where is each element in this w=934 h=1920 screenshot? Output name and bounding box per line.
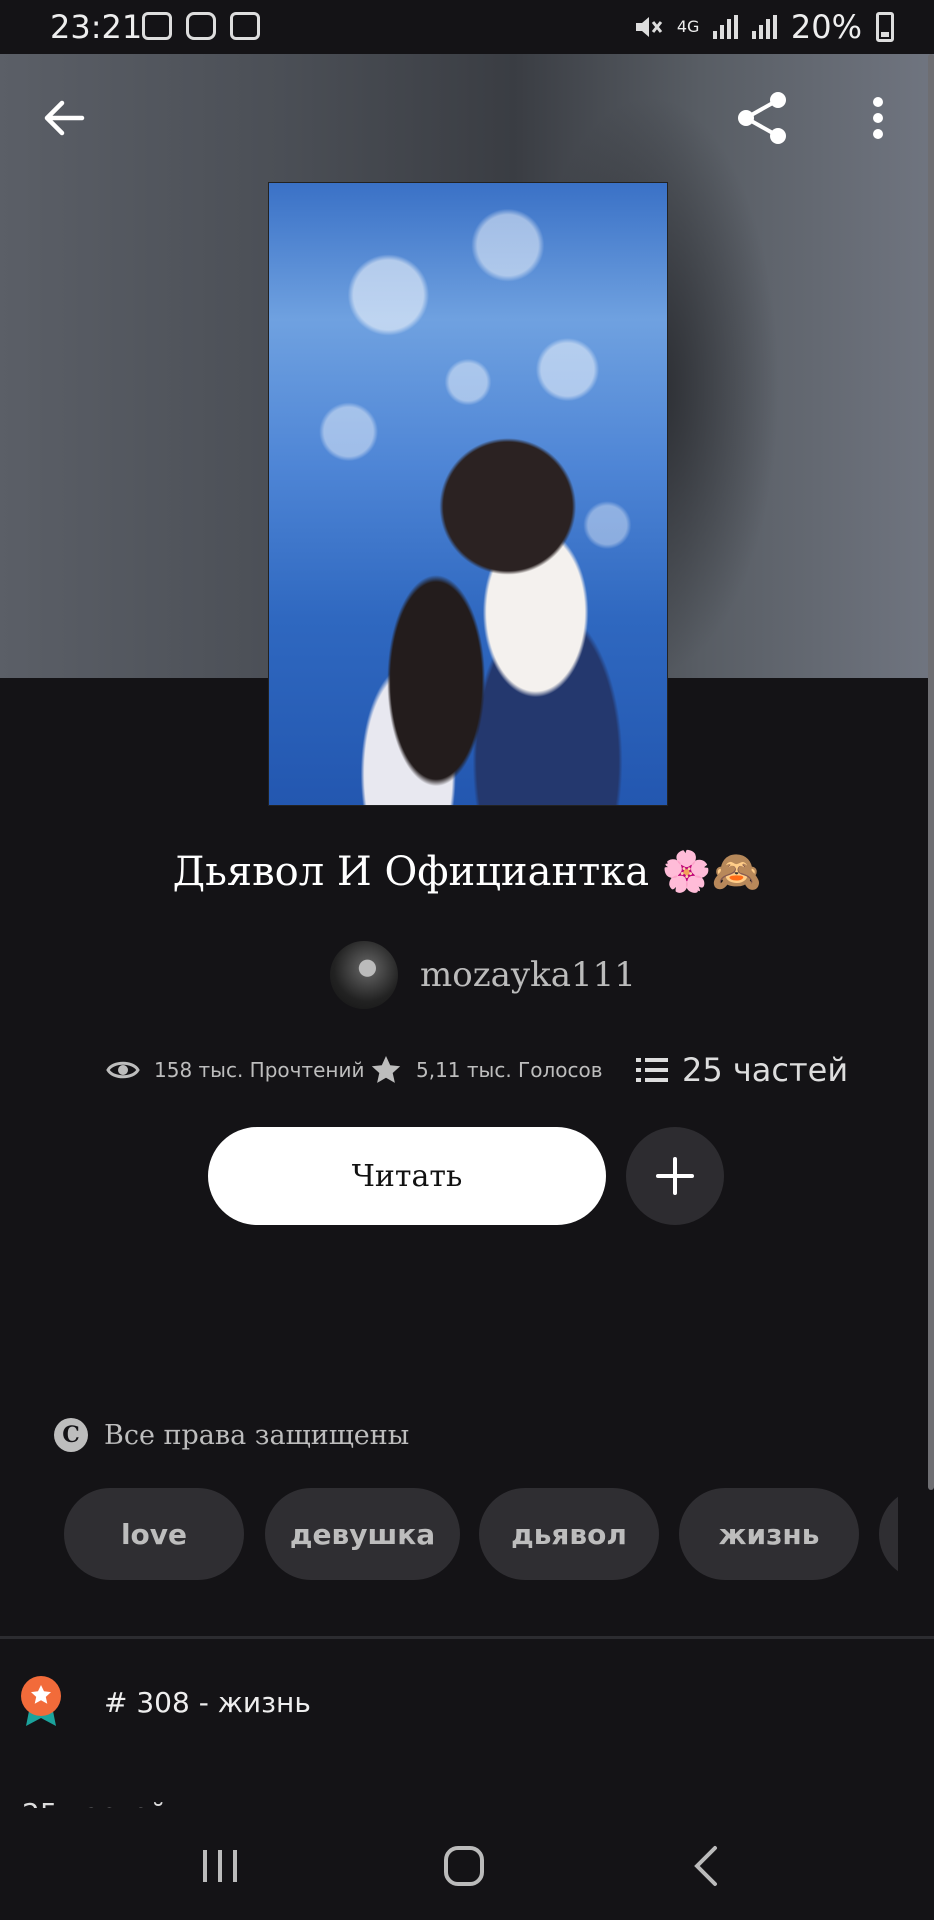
home-icon <box>444 1846 484 1886</box>
add-to-library-button[interactable] <box>626 1127 724 1225</box>
avatar <box>330 941 398 1009</box>
status-bar: 23:21 4G 20% <box>0 0 934 54</box>
eye-icon <box>106 1061 140 1079</box>
reads-stat: 158 тыс. Прочтений <box>106 1048 365 1092</box>
parts-stat[interactable]: 25 частей <box>636 1048 848 1092</box>
signal-icon-2 <box>751 15 777 39</box>
author-name: mozayka111 <box>420 955 636 995</box>
read-button[interactable]: Читать <box>208 1127 606 1225</box>
copyright-icon: C <box>54 1418 88 1452</box>
plus-icon <box>656 1157 694 1195</box>
more-options-button[interactable] <box>838 78 918 158</box>
votes-stat: 5,11 тыс. Голосов <box>370 1048 603 1092</box>
ranking-row[interactable]: # 308 - жизнь <box>20 1676 311 1728</box>
ranking-label: # 308 - жизнь <box>104 1685 311 1719</box>
recents-button[interactable] <box>170 1828 270 1904</box>
download-icon <box>186 12 216 40</box>
signal-icon <box>712 15 738 39</box>
award-badge-icon <box>21 1676 61 1726</box>
gallery-icon <box>142 12 172 40</box>
battery-icon <box>876 12 894 42</box>
battery-level: 20% <box>790 8 862 46</box>
tag-chip[interactable]: дьявол <box>479 1488 659 1580</box>
tag-chip-partial[interactable] <box>879 1488 898 1580</box>
more-vertical-icon <box>873 97 883 139</box>
copyright-label: Все права защищены <box>104 1419 410 1451</box>
system-back-button[interactable] <box>656 1828 756 1904</box>
share-icon <box>738 92 786 144</box>
tag-chip[interactable]: жизнь <box>679 1488 859 1580</box>
system-navigation-bar <box>0 1808 934 1920</box>
arrow-left-icon <box>44 100 85 136</box>
tag-chip[interactable]: девушка <box>265 1488 460 1580</box>
votes-count: 5,11 тыс. Голосов <box>416 1058 603 1082</box>
tags-list: love девушка дьявол жизнь <box>64 1488 898 1580</box>
scrollbar[interactable] <box>928 54 934 1490</box>
parts-count: 25 частей <box>682 1051 849 1089</box>
back-icon <box>694 1846 717 1886</box>
mute-icon <box>635 17 663 37</box>
status-time: 23:21 <box>50 8 143 46</box>
story-cover-image <box>268 182 668 806</box>
wifi-icon <box>230 12 260 40</box>
list-icon <box>636 1058 668 1082</box>
home-button[interactable] <box>414 1828 514 1904</box>
network-type: 4G <box>676 17 700 36</box>
back-button[interactable] <box>24 78 104 158</box>
reads-count: 158 тыс. Прочтений <box>154 1058 365 1082</box>
author-link[interactable]: mozayka111 <box>330 940 636 1010</box>
story-title: Дьявол И Официантка 🌸🙈 <box>172 849 762 895</box>
divider <box>0 1636 934 1639</box>
tag-chip[interactable]: love <box>64 1488 244 1580</box>
story-stats: 158 тыс. Прочтений 5,11 тыс. Голосов 25 … <box>0 1048 934 1098</box>
star-icon <box>371 1056 401 1083</box>
copyright-notice: C Все права защищены <box>54 1418 409 1452</box>
share-button[interactable] <box>722 78 802 158</box>
recents-icon <box>203 1850 237 1882</box>
